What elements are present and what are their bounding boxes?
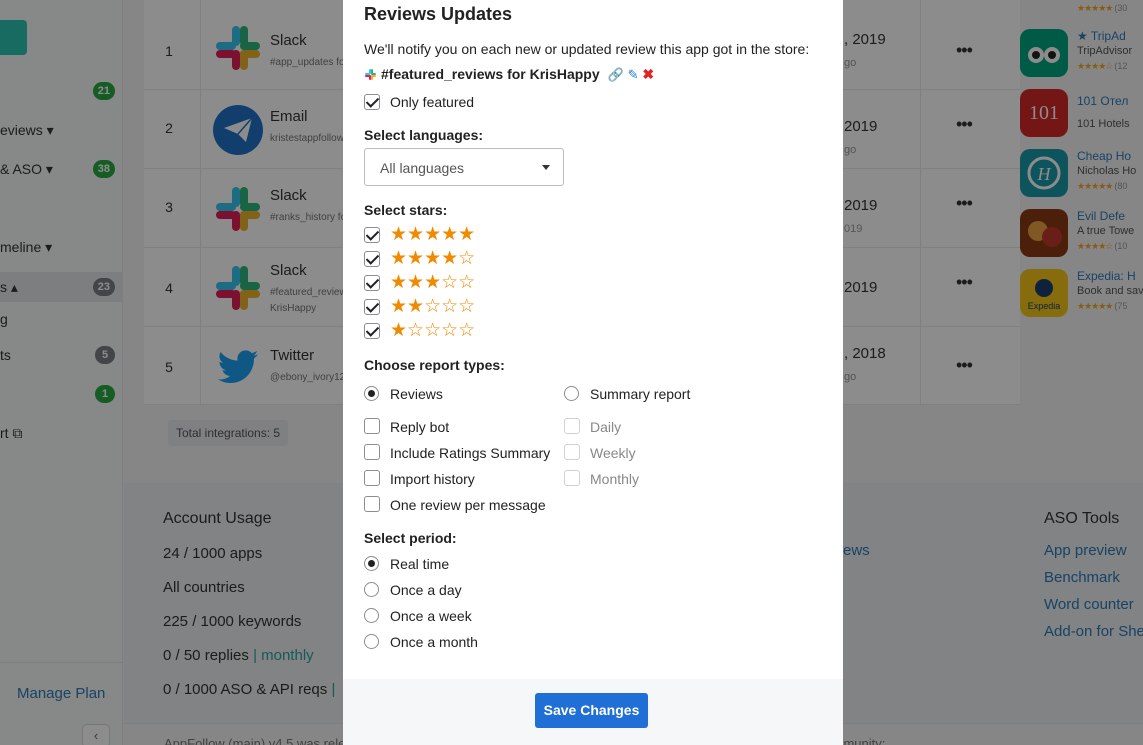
edit-icon[interactable]: ✎ — [628, 67, 639, 82]
languages-select[interactable]: All languages — [364, 148, 564, 186]
one-review-label: One review per message — [390, 497, 546, 513]
chevron-down-icon — [542, 165, 550, 170]
five-star-rating-icon: ★★★★★ — [390, 224, 476, 245]
modal-footer: Save Changes — [343, 679, 843, 745]
only-featured-label: Only featured — [390, 94, 475, 110]
save-changes-button[interactable]: Save Changes — [535, 693, 648, 728]
report-reviews-radio[interactable] — [364, 386, 379, 401]
stars-4-checkbox[interactable] — [364, 251, 380, 267]
daily-label: Daily — [590, 419, 622, 435]
period-month-radio[interactable] — [364, 634, 379, 649]
channel-line: #featured_reviews for KrisHappy 🔗 ✎ ✖ — [364, 66, 654, 83]
channel-name: #featured_reviews for KrisHappy — [381, 66, 600, 82]
period-label: Select period: — [364, 530, 457, 546]
stars-1-checkbox[interactable] — [364, 323, 380, 339]
only-featured-checkbox[interactable] — [364, 94, 380, 110]
reviews-updates-modal: Reviews Updates We'll notify you on each… — [343, 0, 843, 745]
link-icon[interactable]: 🔗 — [608, 67, 624, 82]
weekly-label: Weekly — [590, 445, 636, 461]
slack-icon — [365, 69, 376, 80]
notify-description: We'll notify you on each new or updated … — [364, 41, 810, 57]
four-star-rating-icon: ★★★★☆ — [390, 248, 476, 269]
reply-bot-label: Reply bot — [390, 419, 450, 435]
include-ratings-checkbox[interactable] — [364, 444, 380, 460]
one-review-checkbox[interactable] — [364, 496, 380, 512]
period-day-label: Once a day — [390, 582, 462, 598]
stars-2-checkbox[interactable] — [364, 299, 380, 315]
reply-bot-checkbox[interactable] — [364, 418, 380, 434]
include-ratings-label: Include Ratings Summary — [390, 445, 551, 461]
modal-title: Reviews Updates — [364, 4, 513, 24]
period-month-label: Once a month — [390, 634, 478, 650]
one-star-rating-icon: ★☆☆☆☆ — [390, 320, 476, 341]
languages-label: Select languages: — [364, 127, 484, 143]
delete-icon[interactable]: ✖ — [642, 66, 654, 82]
monthly-checkbox[interactable] — [564, 470, 580, 486]
report-reviews-label: Reviews — [390, 386, 443, 402]
weekly-checkbox[interactable] — [564, 444, 580, 460]
report-summary-label: Summary report — [590, 386, 691, 402]
import-history-label: Import history — [390, 471, 475, 487]
period-realtime-radio[interactable] — [364, 556, 379, 571]
report-summary-radio[interactable] — [564, 386, 579, 401]
daily-checkbox[interactable] — [564, 418, 580, 434]
two-star-rating-icon: ★★☆☆☆ — [390, 296, 476, 317]
period-day-radio[interactable] — [364, 582, 379, 597]
languages-value: All languages — [380, 160, 465, 176]
period-week-radio[interactable] — [364, 608, 379, 623]
period-realtime-label: Real time — [390, 556, 450, 572]
report-types-label: Choose report types: — [364, 357, 505, 373]
monthly-label: Monthly — [590, 471, 640, 487]
import-history-checkbox[interactable] — [364, 470, 380, 486]
stars-label: Select stars: — [364, 202, 448, 218]
stars-3-checkbox[interactable] — [364, 275, 380, 291]
period-week-label: Once a week — [390, 608, 472, 624]
three-star-rating-icon: ★★★☆☆ — [390, 272, 476, 293]
stars-5-checkbox[interactable] — [364, 227, 380, 243]
